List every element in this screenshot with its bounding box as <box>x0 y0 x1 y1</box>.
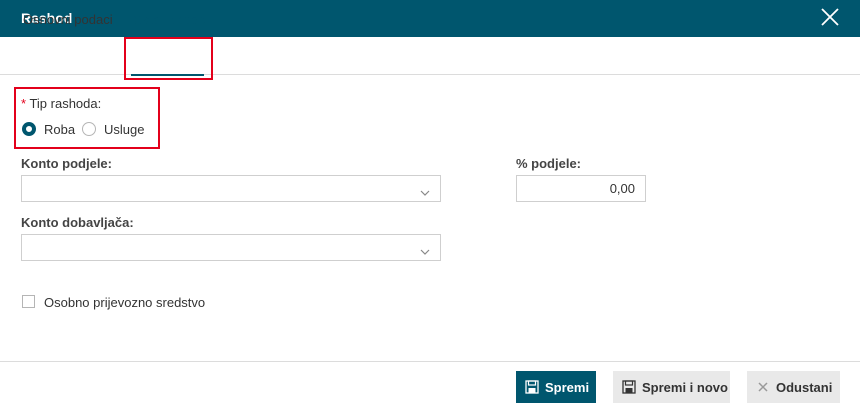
radio-usluge[interactable] <box>82 122 96 136</box>
footer-divider <box>0 361 860 362</box>
save-button[interactable]: Spremi <box>516 371 596 403</box>
save-button-label: Spremi <box>545 380 590 395</box>
expense-type-label-text: Tip rashoda: <box>29 96 102 111</box>
osobno-prijevozno-checkbox[interactable] <box>22 295 35 308</box>
close-icon[interactable] <box>818 5 842 29</box>
tab-ostali-podaci[interactable]: Ostali podaci <box>133 12 208 27</box>
radio-roba[interactable] <box>22 122 36 136</box>
postotak-podjele-label: % podjele: <box>516 156 582 171</box>
cancel-button-label: Odustani <box>776 380 833 395</box>
radio-roba-label[interactable]: Roba <box>44 122 75 137</box>
expense-type-label: * Tip rashoda: <box>21 96 101 111</box>
postotak-podjele-input[interactable] <box>516 175 646 202</box>
highlight-box-tab <box>124 37 213 80</box>
konto-dobavljaca-select[interactable] <box>21 234 441 261</box>
osobno-prijevozno-label[interactable]: Osobno prijevozno sredstvo <box>44 295 205 310</box>
radio-usluge-label[interactable]: Usluge <box>104 122 144 137</box>
cancel-button[interactable]: Odustani <box>747 371 840 403</box>
tab-osnovni-podaci[interactable]: Osnovni podaci <box>23 12 113 27</box>
chevron-down-icon <box>420 244 430 255</box>
close-icon <box>756 380 770 394</box>
dialog-header: Rashod <box>0 0 860 37</box>
konto-podjele-select[interactable] <box>21 175 441 202</box>
save-icon <box>525 380 539 394</box>
save-and-new-button[interactable]: Spremi i novo <box>613 371 730 403</box>
save-icon <box>622 380 636 394</box>
konto-podjele-label: Konto podjele: <box>21 156 112 171</box>
chevron-down-icon <box>420 185 430 196</box>
save-and-new-button-label: Spremi i novo <box>642 380 728 395</box>
required-mark: * <box>21 96 27 111</box>
konto-dobavljaca-label: Konto dobavljača: <box>21 215 134 230</box>
